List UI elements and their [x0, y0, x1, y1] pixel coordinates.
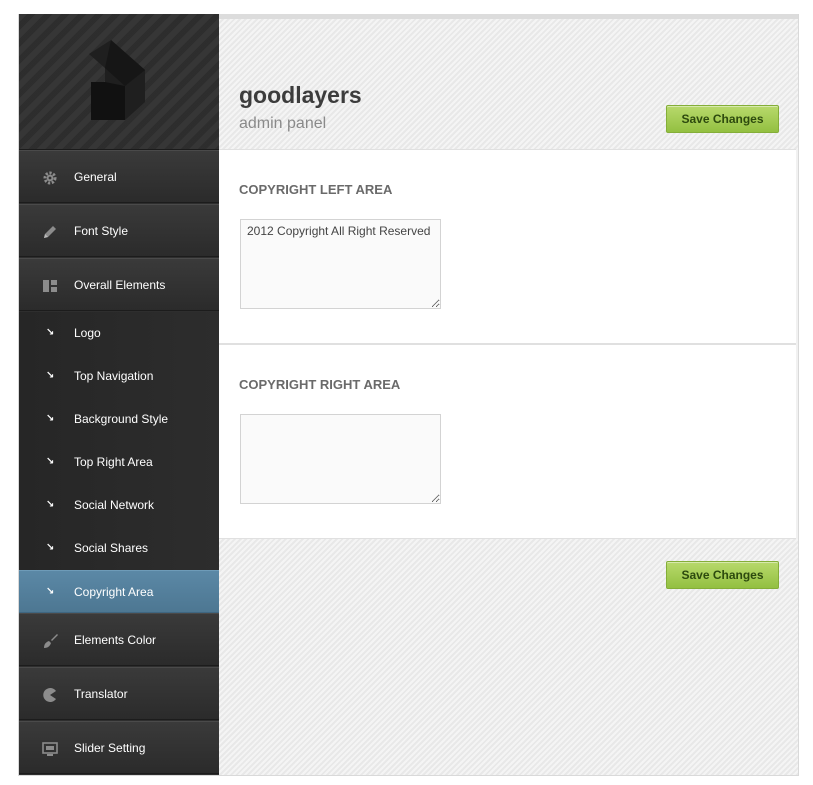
sidebar-subitem-top-navigation[interactable]: ↘ Top Navigation	[19, 355, 219, 398]
goodlayers-logo-icon	[89, 40, 145, 120]
copyright-right-section: COPYRIGHT RIGHT AREA	[219, 344, 796, 539]
sidebar-item-slider-setting[interactable]: Slider Setting	[19, 721, 219, 774]
section-heading: COPYRIGHT RIGHT AREA	[239, 377, 401, 392]
brand-subtitle: admin panel	[239, 115, 327, 132]
sidebar-item-general[interactable]: General	[19, 150, 219, 203]
save-changes-button-top[interactable]: Save Changes	[666, 105, 779, 133]
arrow-down-right-icon: ↘	[46, 327, 55, 338]
sidebar-item-label: Slider Setting	[74, 741, 146, 755]
overall-elements-submenu: ↘ Logo ↘ Top Navigation ↘ Background Sty…	[19, 312, 219, 614]
copyright-left-section: COPYRIGHT LEFT AREA 2012 Copyright All R…	[219, 149, 796, 344]
sidebar-item-label: Overall Elements	[74, 278, 166, 292]
sidebar-subitem-background-style[interactable]: ↘ Background Style	[19, 398, 219, 441]
arrow-down-right-icon: ↘	[46, 586, 55, 597]
panel-edge	[796, 149, 798, 344]
arrow-down-right-icon: ↘	[46, 413, 55, 424]
sidebar-item-label: Elements Color	[74, 633, 157, 647]
sidebar-subitem-label: Social Network	[74, 498, 155, 512]
sidebar-subitem-label: Top Navigation	[74, 369, 154, 383]
brand-title: goodlayers	[239, 82, 362, 108]
arrow-down-right-icon: ↘	[46, 499, 55, 510]
main-content: goodlayers admin panel Save Changes COPY…	[219, 19, 798, 775]
copyright-right-textarea[interactable]	[240, 414, 441, 504]
gear-icon	[43, 171, 57, 185]
layout-icon	[43, 280, 57, 292]
panel-edge	[796, 344, 798, 539]
sidebar-subitem-label: Background Style	[74, 412, 169, 426]
arrow-down-right-icon: ↘	[46, 456, 55, 467]
sidebar-subitem-label: Social Shares	[74, 541, 149, 555]
sidebar-item-translator[interactable]: Translator	[19, 667, 219, 720]
pacman-icon	[43, 688, 56, 702]
section-heading: COPYRIGHT LEFT AREA	[239, 182, 393, 197]
sidebar-item-elements-color[interactable]: Elements Color	[19, 613, 219, 666]
save-changes-button-bottom[interactable]: Save Changes	[666, 561, 779, 589]
sidebar: General Font Style Overall Elements ↘ Lo…	[19, 14, 219, 775]
sidebar-subitem-social-shares[interactable]: ↘ Social Shares	[19, 527, 219, 570]
sidebar-item-label: Translator	[74, 687, 128, 701]
copyright-left-textarea[interactable]: 2012 Copyright All Right Reserved	[240, 219, 441, 309]
logo-area	[19, 14, 219, 150]
admin-panel-window: General Font Style Overall Elements ↘ Lo…	[18, 14, 799, 776]
sidebar-subitem-copyright-area[interactable]: ↘ Copyright Area	[19, 570, 219, 613]
sidebar-subitem-top-right-area[interactable]: ↘ Top Right Area	[19, 441, 219, 484]
sidebar-subitem-label: Top Right Area	[74, 455, 153, 469]
sidebar-item-font-style[interactable]: Font Style	[19, 204, 219, 257]
pencil-icon	[44, 226, 56, 238]
sidebar-item-label: Font Style	[74, 224, 129, 238]
sidebar-subitem-social-network[interactable]: ↘ Social Network	[19, 484, 219, 527]
arrow-down-right-icon: ↘	[46, 542, 55, 553]
brush-icon	[44, 634, 58, 648]
arrow-down-right-icon: ↘	[46, 370, 55, 381]
sidebar-item-label: General	[74, 170, 117, 184]
slider-icon	[42, 742, 58, 756]
sidebar-subitem-label: Logo	[74, 326, 101, 340]
sidebar-subitem-logo[interactable]: ↘ Logo	[19, 312, 219, 355]
sidebar-item-overall-elements[interactable]: Overall Elements	[19, 258, 219, 311]
sidebar-subitem-label: Copyright Area	[74, 585, 154, 599]
